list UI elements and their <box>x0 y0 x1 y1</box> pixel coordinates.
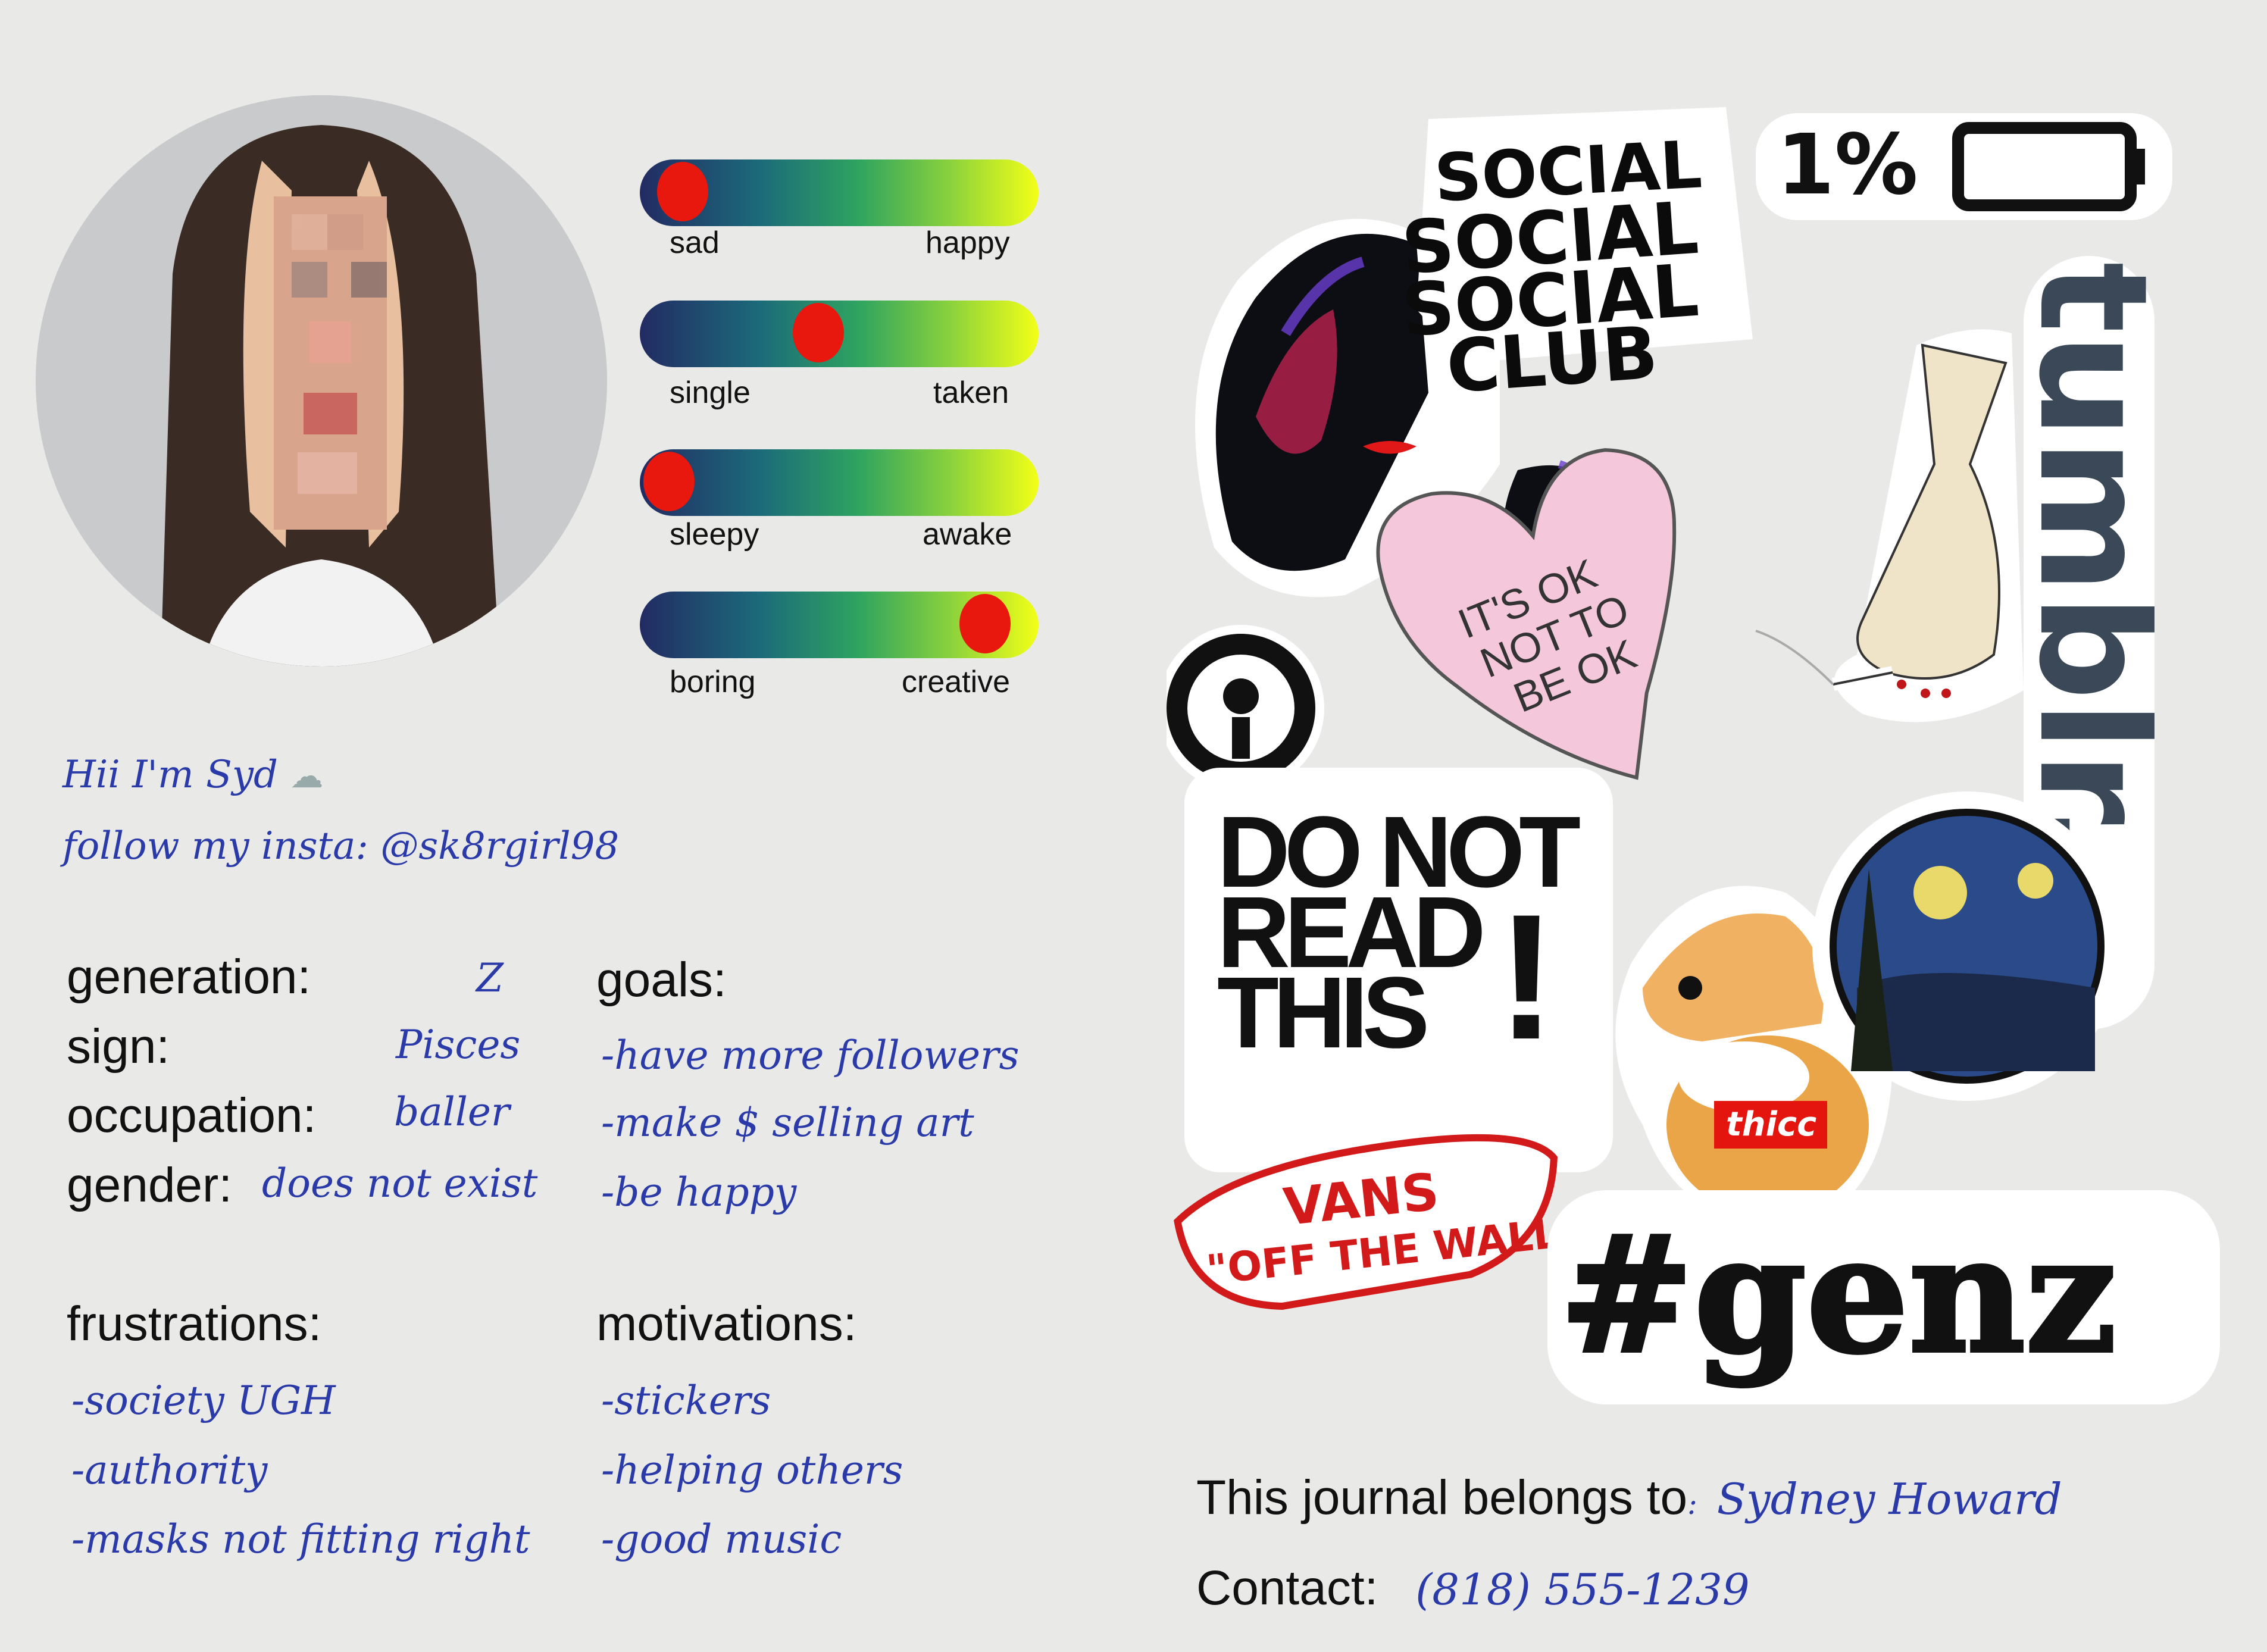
slider-right-label: taken <box>933 376 1009 410</box>
exclamation-text: ! <box>1497 877 1556 1077</box>
intro-instagram: follow my insta: @sk8rgirl98 <box>62 824 620 868</box>
list-item: -have more followers <box>601 1032 1020 1078</box>
journal-owner: This journal belongs to: Sydney Howard <box>1196 1470 2062 1526</box>
avatar <box>36 95 607 667</box>
owner-label: This journal belongs to <box>1196 1470 1688 1525</box>
gender-label: gender: <box>67 1158 233 1212</box>
sign-value: Pisces <box>396 1022 521 1068</box>
contact-line: Contact: (818) 555-1239 <box>1196 1560 1750 1616</box>
slider-sleepy-awake[interactable] <box>640 449 1039 516</box>
skeleton-coffee-logo <box>1167 625 1324 791</box>
frustrations-heading: frustrations: <box>67 1297 322 1351</box>
owner-name: Sydney Howard <box>1716 1474 2062 1524</box>
list-item: -society UGH <box>71 1378 336 1423</box>
generation-value: Z <box>476 955 504 1001</box>
tumblr-text: tumblr. <box>2006 262 2180 860</box>
occupation-value: baller <box>394 1089 510 1135</box>
genz-text: #genz <box>1559 1200 2116 1389</box>
social-club-sticker: SOCIAL SOCIAL SOCIAL CLUB <box>1399 107 1753 409</box>
list-item: -helping others <box>601 1447 903 1493</box>
starry-night-sticker <box>1812 791 2122 1101</box>
goals-heading: goals: <box>596 953 727 1007</box>
list-item: -make $ selling art <box>601 1100 974 1146</box>
sign-label: sign: <box>67 1019 170 1074</box>
contact-phone: (818) 555-1239 <box>1415 1565 1750 1615</box>
this-text: THIS <box>1217 956 1426 1069</box>
motivations-heading: motivations: <box>596 1297 857 1351</box>
owner-separator: : <box>1687 1487 1697 1521</box>
slider-boring-creative[interactable] <box>640 592 1039 658</box>
battery-percent: 1% <box>1777 117 1918 214</box>
list-item: -authority <box>71 1447 268 1493</box>
slider-knob[interactable] <box>643 452 695 511</box>
slider-single-taken[interactable] <box>640 301 1039 367</box>
cloud-lightning-icon: ☁ <box>290 757 324 796</box>
portrait-image <box>36 95 607 667</box>
list-item: -stickers <box>601 1378 771 1423</box>
intro-greeting: Hii I'm Syd ☁ <box>62 753 324 797</box>
do-not-read-sticker: DO NOT READ THIS ! <box>1184 768 1613 1172</box>
slider-sad-happy[interactable] <box>640 159 1039 226</box>
slider-knob[interactable] <box>959 594 1011 653</box>
slider-left-label: sad <box>670 226 720 260</box>
slider-right-label: happy <box>925 226 1010 260</box>
slider-right-label: creative <box>902 665 1011 699</box>
genz-sticker: #genz <box>1547 1190 2220 1404</box>
hand-cigarette-sticker <box>1755 329 2024 722</box>
list-item: -be happy <box>601 1169 797 1215</box>
slider-right-label: awake <box>923 517 1012 552</box>
club-text: CLUB <box>1444 310 1661 409</box>
contact-label: Contact: <box>1196 1561 1378 1615</box>
slider-knob[interactable] <box>793 303 844 362</box>
thicc-text: thicc <box>1726 1105 1816 1144</box>
battery-sticker: 1% <box>1756 113 2172 220</box>
list-item: -masks not fitting right <box>71 1516 530 1562</box>
sticker-collage: SOCIAL SOCIAL SOCIAL CLUB 1% tumblr. IT'… <box>1167 107 2220 1404</box>
gender-value: does not exist <box>262 1160 538 1206</box>
slider-left-label: boring <box>670 665 756 699</box>
generation-label: generation: <box>67 950 311 1004</box>
slider-left-label: single <box>670 376 751 410</box>
list-item: -good music <box>601 1516 842 1562</box>
slider-knob[interactable] <box>657 162 708 221</box>
slider-left-label: sleepy <box>670 517 759 552</box>
occupation-label: occupation: <box>67 1088 317 1143</box>
